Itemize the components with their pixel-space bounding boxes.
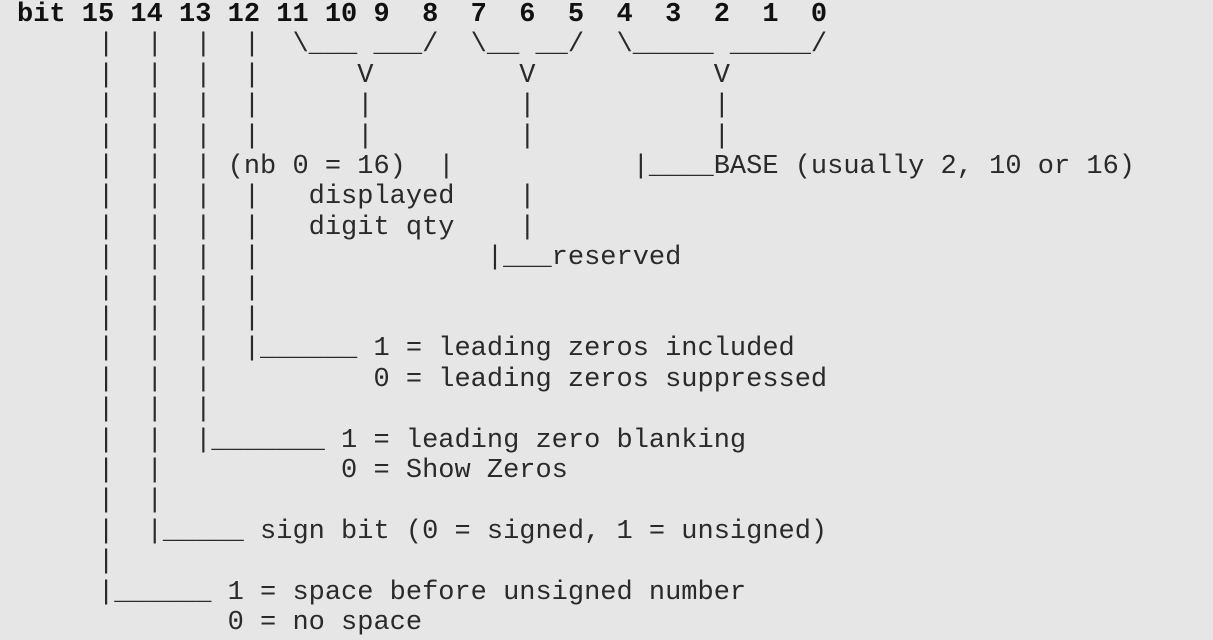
diagram-line-arrows: | | | | V V V [17, 60, 730, 91]
diagram-line: | | | | | | | [17, 91, 730, 122]
diagram-line-bit13-label: | | |_______ 1 = leading zero blanking [17, 425, 747, 456]
diagram-line-digit-qty: | | | | displayed | [17, 182, 536, 213]
diagram-line: | | | | [17, 304, 261, 334]
diagram-line-bit15-alt: 0 = no space [17, 608, 423, 638]
diagram-line: | [17, 547, 115, 578]
diagram-line-bit13-alt: | | 0 = Show Zeros [17, 456, 568, 486]
diagram-line-bit14-label: | |_____ sign bit (0 = signed, 1 = unsig… [17, 516, 828, 547]
diagram-line-bit12-alt: | | | 0 = leading zeros suppressed [17, 364, 828, 395]
diagram-line-bit15-label: |______ 1 = space before unsigned number [17, 577, 747, 608]
diagram-line-digit-qty: | | | | digit qty | [17, 212, 536, 243]
diagram-line: | | [17, 486, 163, 517]
diagram-line-reserved-label: | | | | |___reserved [17, 243, 682, 274]
diagram-line-base-label: | | | (nb 0 = 16) | |____BASE (usually 2… [17, 152, 1135, 182]
diagram-line-brackets: | | | | \___ ___/ \__ __/ \_____ _____/ [17, 30, 828, 61]
diagram-line: | | | | [17, 273, 261, 304]
diagram-line: | | | [17, 395, 212, 426]
diagram-line-bit12-label: | | | |______ 1 = leading zeros included [17, 334, 795, 365]
bit-number-header: bit 15 14 13 12 11 10 9 8 7 6 5 4 3 2 1 … [17, 0, 828, 30]
diagram-line: | | | | | | | [17, 121, 730, 152]
